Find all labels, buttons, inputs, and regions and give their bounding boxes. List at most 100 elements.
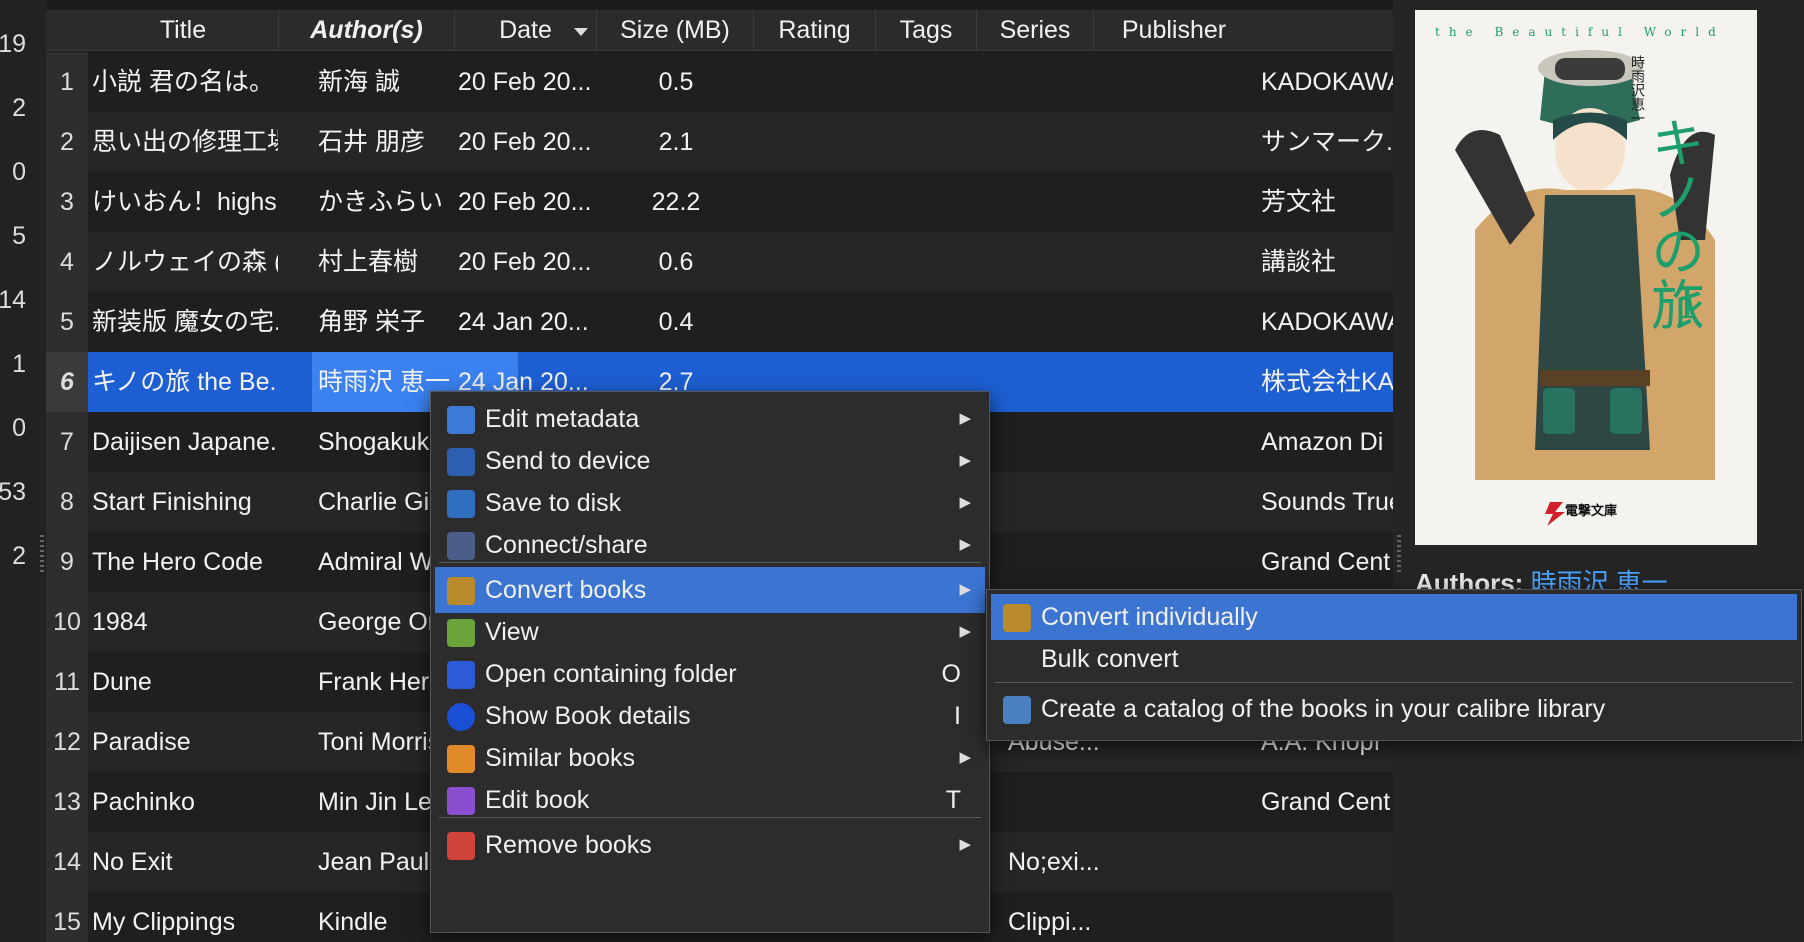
cell-title[interactable]: Paradise bbox=[92, 712, 278, 772]
table-row[interactable]: 4ノルウェイの森 (...村上春樹20 Feb 20...0.6講談社 bbox=[46, 232, 1393, 292]
cell-publisher[interactable]: KADOKAWA bbox=[1261, 52, 1393, 112]
menu-separator bbox=[995, 682, 1793, 683]
cell-tags[interactable] bbox=[1008, 772, 1109, 832]
edit-metadata-icon bbox=[447, 406, 475, 434]
cell-title[interactable]: ノルウェイの森 (... bbox=[92, 232, 278, 292]
row-number[interactable]: 3 bbox=[46, 172, 88, 232]
splitter-handle-left[interactable] bbox=[40, 535, 44, 575]
column-header-size[interactable]: Size (MB) bbox=[597, 10, 754, 50]
row-number[interactable]: 10 bbox=[46, 592, 88, 652]
submenu-item-convert-individually[interactable]: Convert individually bbox=[991, 594, 1797, 640]
menu-item-remove-books[interactable]: Remove books ▶ bbox=[435, 822, 985, 868]
cell-title[interactable]: The Hero Code bbox=[92, 532, 278, 592]
row-number[interactable]: 1 bbox=[46, 52, 88, 112]
table-row[interactable]: 3 けいおん！highs... かきふらい 20 Feb 20... 22.2 芳文社 bbox=[46, 172, 1393, 232]
row-number[interactable]: 2 bbox=[46, 112, 88, 172]
cell-size[interactable]: 0.4 bbox=[598, 292, 754, 352]
menu-item-show-book-details[interactable]: Show Book details I bbox=[435, 693, 985, 739]
book-cover[interactable]: the Beautiful World キノの旅 I 時雨沢恵一 電撃文庫 bbox=[1415, 10, 1757, 545]
cell-tags[interactable] bbox=[1008, 232, 1109, 292]
cell-date[interactable]: 24 Jan 20... bbox=[458, 292, 598, 352]
cell-publisher[interactable]: Amazon Di bbox=[1261, 412, 1393, 472]
column-header-tags[interactable]: Tags bbox=[876, 10, 977, 50]
menu-item-label: Edit metadata bbox=[485, 405, 640, 433]
menu-item-label: View bbox=[485, 618, 539, 646]
menu-item-similar-books[interactable]: Similar books ▶ bbox=[435, 735, 985, 781]
row-number[interactable]: 11 bbox=[46, 652, 88, 712]
row-number[interactable]: 15 bbox=[46, 892, 88, 942]
cell-publisher[interactable]: Sounds True bbox=[1261, 472, 1393, 532]
cell-tags[interactable] bbox=[1008, 172, 1109, 232]
menu-item-edit-metadata[interactable]: Edit metadata ▶ bbox=[435, 396, 985, 442]
cell-title[interactable]: 小説 君の名は。 ... bbox=[92, 52, 278, 112]
cell-title[interactable]: けいおん！highs... bbox=[92, 172, 278, 232]
cell-publisher[interactable]: サンマーク... bbox=[1261, 112, 1393, 172]
cell-date[interactable]: 20 Feb 20... bbox=[458, 232, 598, 292]
row-number[interactable]: 5 bbox=[46, 292, 88, 352]
cell-title[interactable]: 思い出の修理工場 bbox=[92, 112, 278, 172]
table-header: Title Author(s) Date Size (MB) Rating Ta… bbox=[46, 10, 1393, 51]
cell-size[interactable]: 22.2 bbox=[598, 172, 754, 232]
cell-publisher[interactable]: Grand Cent bbox=[1261, 532, 1393, 592]
cell-publisher[interactable]: KADOKAWA bbox=[1261, 292, 1393, 352]
category-count: 2 bbox=[12, 542, 26, 570]
save-icon bbox=[447, 490, 475, 518]
cell-tags[interactable] bbox=[1008, 472, 1109, 532]
cell-publisher[interactable]: 芳文社 bbox=[1261, 172, 1393, 232]
cell-title[interactable]: My Clippings bbox=[92, 892, 278, 942]
menu-item-save-to-disk[interactable]: Save to disk ▶ bbox=[435, 480, 985, 526]
cell-size[interactable]: 2.1 bbox=[598, 112, 754, 172]
cell-title[interactable]: 1984 bbox=[92, 592, 278, 652]
cell-publisher[interactable]: 株式会社KA bbox=[1261, 352, 1393, 412]
splitter-handle-right[interactable] bbox=[1397, 535, 1401, 575]
view-icon bbox=[447, 619, 475, 647]
cell-title[interactable]: Start Finishing bbox=[92, 472, 278, 532]
menu-item-convert-books[interactable]: Convert books ▶ bbox=[435, 567, 985, 613]
row-number[interactable]: 8 bbox=[46, 472, 88, 532]
row-number[interactable]: 9 bbox=[46, 532, 88, 592]
table-row[interactable]: 1小説 君の名は。 ...新海 誠20 Feb 20...0.5KADOKAWA bbox=[46, 52, 1393, 112]
cell-date[interactable]: 20 Feb 20... bbox=[458, 112, 598, 172]
cell-tags[interactable]: Clippi... bbox=[1008, 892, 1109, 942]
cell-tags[interactable] bbox=[1008, 112, 1109, 172]
cell-tags[interactable] bbox=[1008, 532, 1109, 592]
cell-size[interactable]: 0.5 bbox=[598, 52, 754, 112]
cell-title[interactable]: Pachinko bbox=[92, 772, 278, 832]
cell-title[interactable]: Daijisen Japane... bbox=[92, 412, 278, 472]
row-number[interactable]: 12 bbox=[46, 712, 88, 772]
cell-title[interactable]: キノの旅 the Be... bbox=[92, 352, 278, 412]
menu-item-send-to-device[interactable]: Send to device ▶ bbox=[435, 438, 985, 484]
cell-size[interactable]: 0.6 bbox=[598, 232, 754, 292]
row-number[interactable]: 4 bbox=[46, 232, 88, 292]
row-number[interactable]: 13 bbox=[46, 772, 88, 832]
table-row[interactable]: 5 新装版 魔女の宅... 角野 栄子 24 Jan 20... 0.4 KADOKAWA bbox=[46, 292, 1393, 352]
cell-publisher[interactable] bbox=[1261, 892, 1393, 942]
column-header-date[interactable]: Date bbox=[455, 10, 597, 50]
cell-tags[interactable] bbox=[1008, 412, 1109, 472]
cell-title[interactable]: 新装版 魔女の宅... bbox=[92, 292, 278, 352]
menu-item-view[interactable]: View ▶ bbox=[435, 609, 985, 655]
menu-item-open-containing-folder[interactable]: Open containing folder O bbox=[435, 651, 985, 697]
cell-title[interactable]: Dune bbox=[92, 652, 278, 712]
cell-date[interactable]: 20 Feb 20... bbox=[458, 172, 598, 232]
cell-publisher[interactable]: 講談社 bbox=[1261, 232, 1393, 292]
column-header-title[interactable]: Title bbox=[88, 10, 279, 50]
submenu-item-create-a-catalog-of-the-books-in-your-ca[interactable]: Create a catalog of the books in your ca… bbox=[991, 686, 1797, 732]
cell-title[interactable]: No Exit bbox=[92, 832, 278, 892]
table-row[interactable]: 2 思い出の修理工場 石井 朋彦 20 Feb 20... 2.1 サンマーク... bbox=[46, 112, 1393, 172]
cell-tags[interactable] bbox=[1008, 292, 1109, 352]
cell-publisher[interactable]: Grand Cent bbox=[1261, 772, 1393, 832]
column-header-series[interactable]: Series bbox=[977, 10, 1094, 50]
cell-tags[interactable] bbox=[1008, 352, 1109, 412]
cell-tags[interactable] bbox=[1008, 52, 1109, 112]
column-header-authors[interactable]: Author(s) bbox=[279, 10, 455, 50]
cell-tags[interactable]: No;exi... bbox=[1008, 832, 1109, 892]
cell-date[interactable]: 20 Feb 20... bbox=[458, 52, 598, 112]
row-number[interactable]: 6 bbox=[46, 352, 88, 412]
column-header-rating[interactable]: Rating bbox=[754, 10, 876, 50]
cell-publisher[interactable] bbox=[1261, 832, 1393, 892]
submenu-item-bulk-convert[interactable]: Bulk convert bbox=[991, 636, 1797, 682]
column-header-publisher[interactable]: Publisher bbox=[1094, 10, 1254, 50]
row-number[interactable]: 7 bbox=[46, 412, 88, 472]
row-number[interactable]: 14 bbox=[46, 832, 88, 892]
